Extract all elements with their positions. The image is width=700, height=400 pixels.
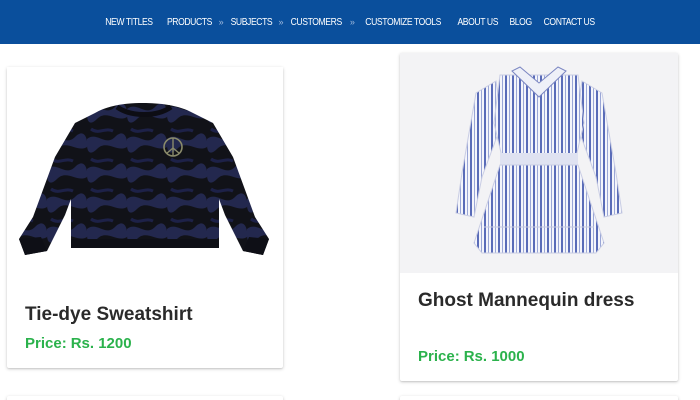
product-image[interactable]: [7, 67, 283, 267]
nav-subjects[interactable]: SUBJECTS: [230, 16, 272, 28]
nav-customers[interactable]: CUSTOMERS: [291, 16, 343, 28]
product-card[interactable]: Ghost Mannequin dress Price: Rs. 1000: [400, 53, 678, 381]
nav-customize-tools[interactable]: CUSTOMIZE TOOLS: [365, 16, 441, 28]
product-card[interactable]: Tie-dye Sweatshirt Price: Rs. 1200: [7, 67, 283, 368]
nav-blog[interactable]: BLOG: [509, 16, 532, 28]
price-value: Rs. 1200: [70, 335, 132, 352]
price-label: Price:: [25, 335, 67, 352]
nav-products[interactable]: PRODUCTS: [167, 16, 212, 28]
nav-contact-us[interactable]: CONTACT US: [543, 16, 594, 28]
product-price: Price: Rs. 1000: [418, 348, 525, 365]
top-navigation-bar: NEW TITLES PRODUCTS » SUBJECTS » CUSTOME…: [0, 0, 700, 44]
product-title[interactable]: Ghost Mannequin dress: [418, 287, 648, 314]
price-label: Price:: [418, 348, 460, 365]
product-image[interactable]: [400, 53, 678, 273]
nav-about-us[interactable]: ABOUT US: [458, 16, 499, 28]
nav-new-titles[interactable]: NEW TITLES: [105, 16, 153, 28]
nav-separator: »: [218, 17, 224, 27]
dress-image: [455, 66, 623, 254]
sweatshirt-image: [19, 103, 269, 255]
product-title[interactable]: Tie-dye Sweatshirt: [25, 301, 265, 328]
product-price: Price: Rs. 1200: [25, 335, 132, 352]
product-card[interactable]: [400, 396, 678, 400]
nav-separator: »: [349, 17, 355, 27]
product-card[interactable]: [7, 396, 283, 400]
nav-separator: »: [278, 17, 284, 27]
price-value: Rs. 1000: [463, 348, 525, 365]
